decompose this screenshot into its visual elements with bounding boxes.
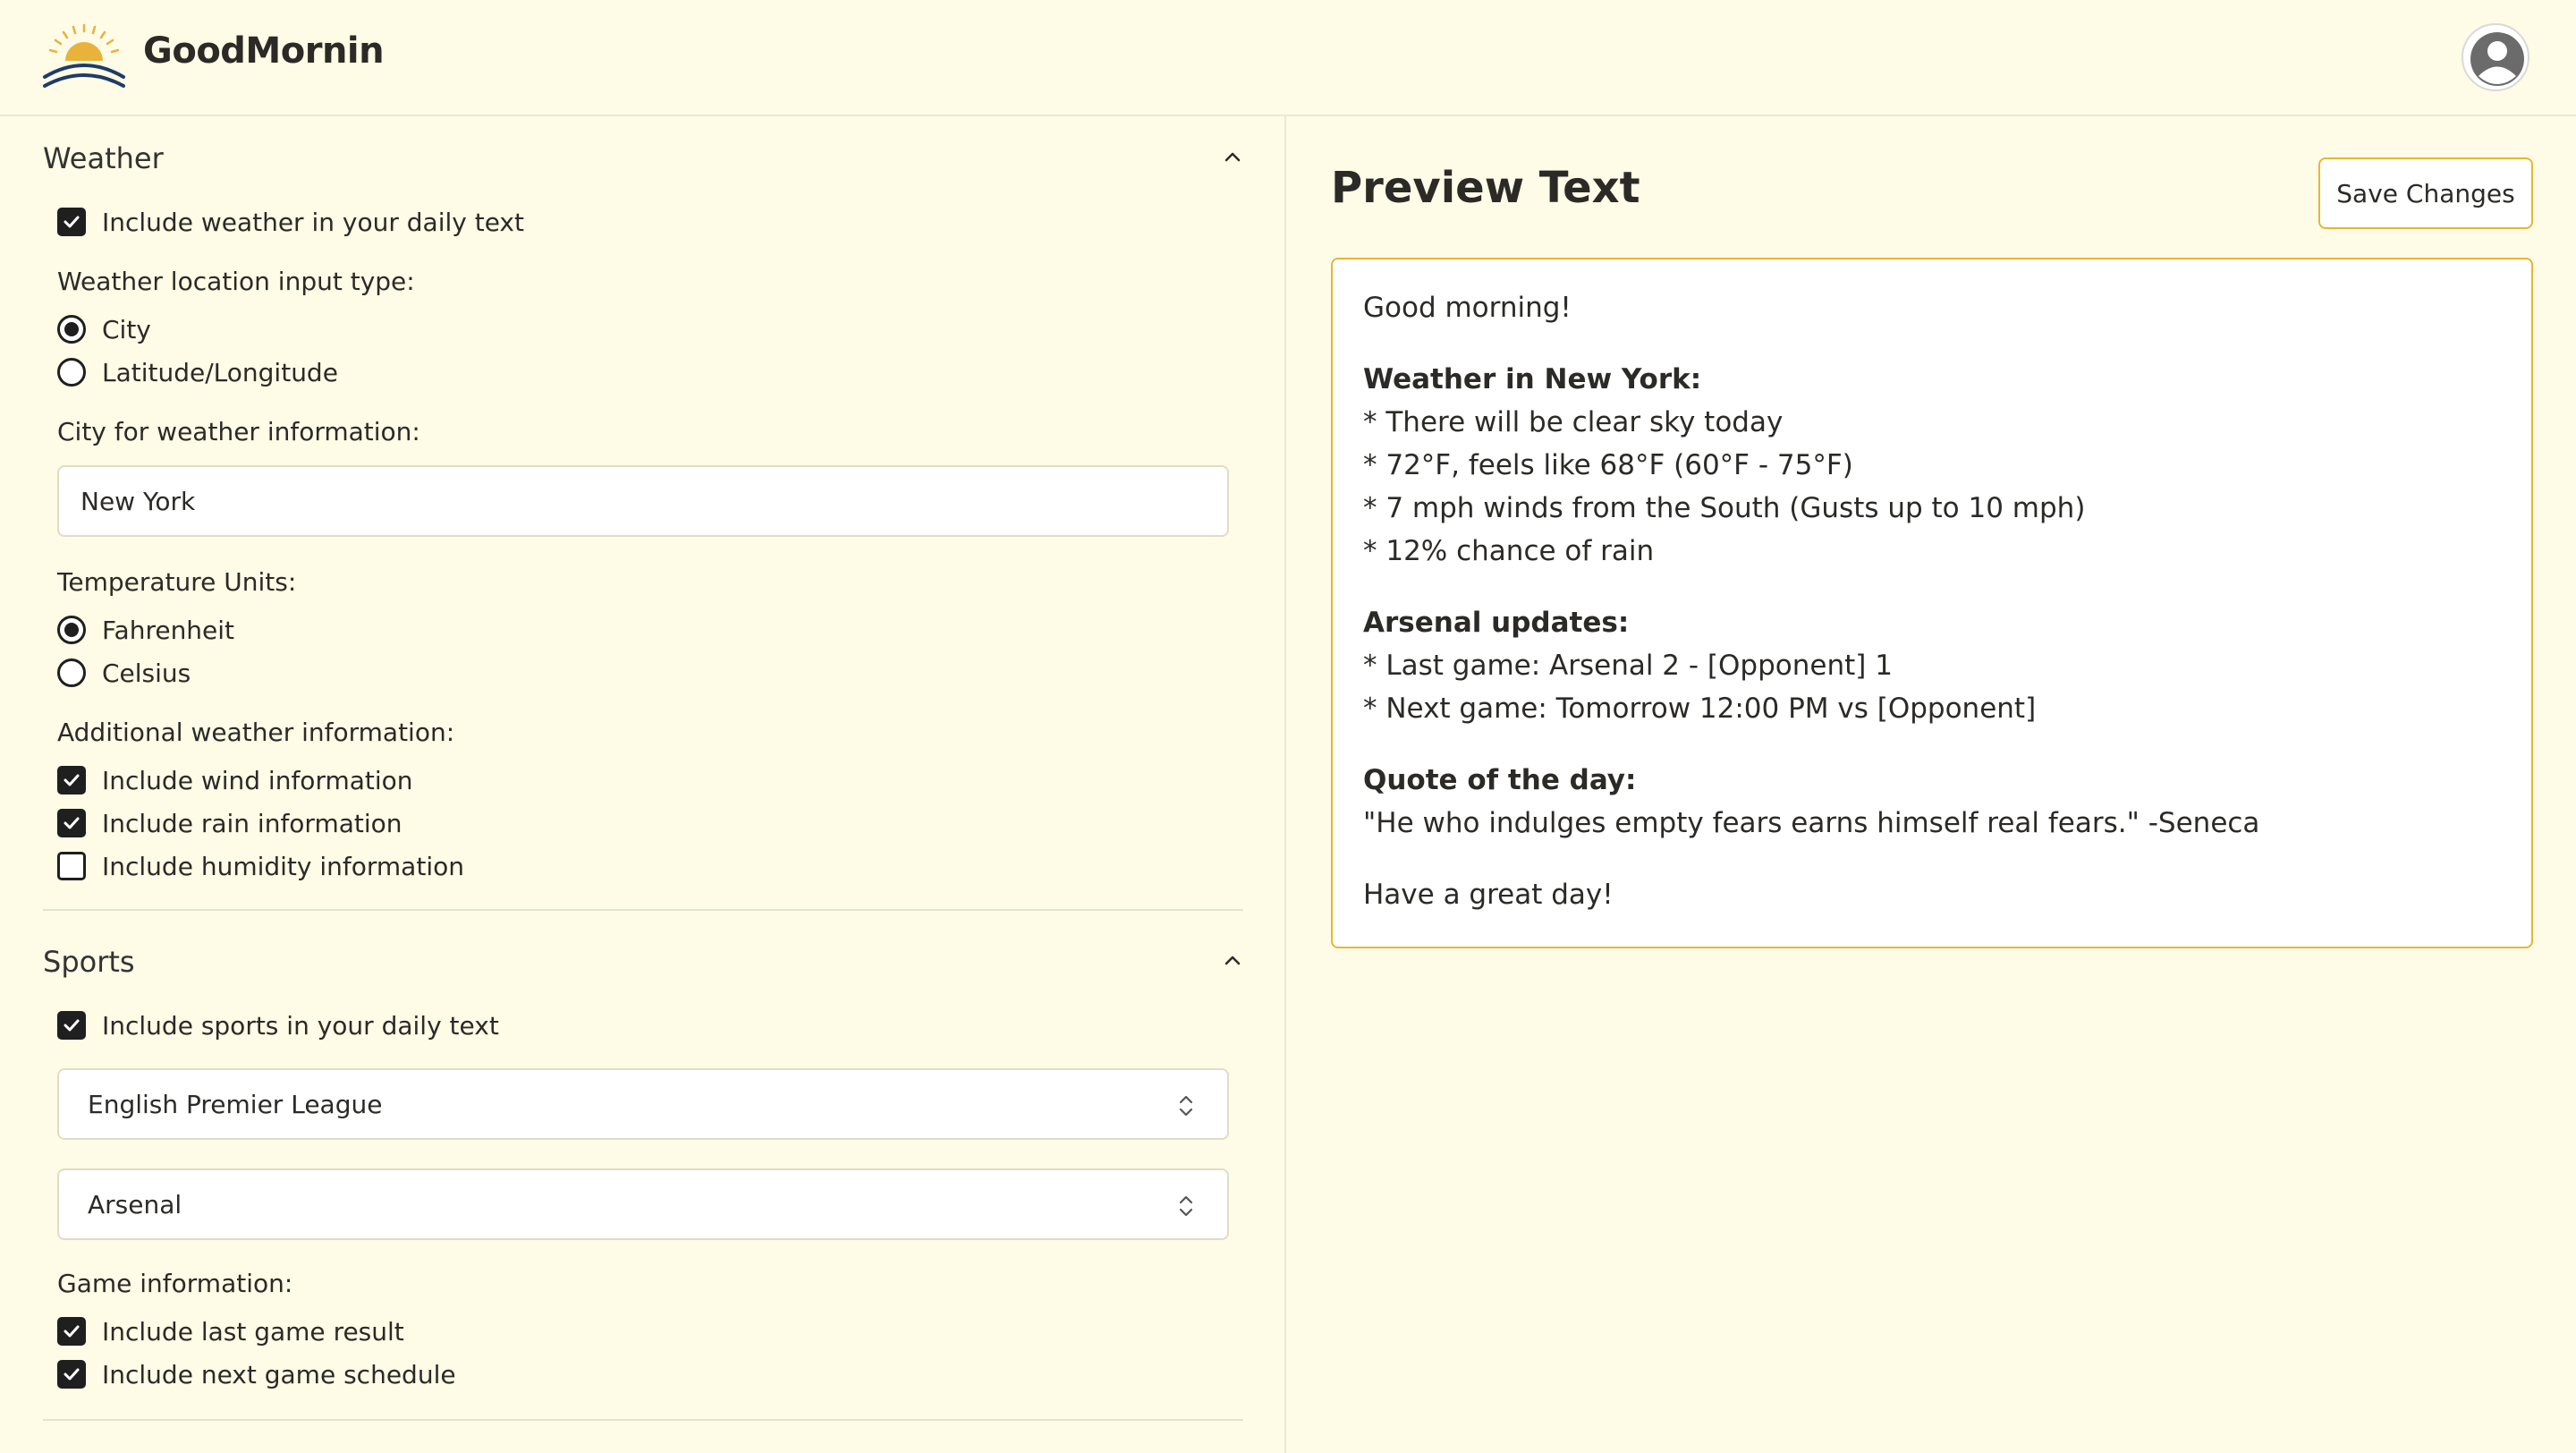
section-divider	[43, 909, 1243, 911]
section-divider	[43, 1419, 1243, 1421]
city-field-label: City for weather information:	[57, 417, 420, 446]
include-weather-option[interactable]: Include weather in your daily text	[57, 204, 524, 240]
rain-info-label: Include rain information	[102, 808, 402, 838]
preview-quote: "He who indulges empty fears earns himse…	[1363, 807, 2260, 839]
humidity-info-option[interactable]: Include humidity information	[57, 848, 464, 884]
celsius-radio[interactable]	[57, 659, 86, 687]
game-info-label: Game information:	[57, 1269, 293, 1298]
preview-text-box: Good morning! Weather in New York: * The…	[1331, 258, 2533, 948]
weather-section-header[interactable]: Weather	[43, 131, 1243, 184]
league-select[interactable]: English Premier League	[57, 1068, 1229, 1140]
preview-weather-line: * There will be clear sky today	[1363, 406, 1784, 438]
units-celsius-option[interactable]: Celsius	[57, 655, 191, 691]
wind-info-label: Include wind information	[102, 765, 413, 795]
preview-closing: Have a great day!	[1363, 879, 1614, 911]
location-type-label: Weather location input type:	[57, 267, 415, 296]
wind-info-checkbox[interactable]	[57, 766, 86, 794]
sunrise-logo-icon	[43, 23, 125, 88]
preview-greeting: Good morning!	[1363, 292, 1572, 324]
fahrenheit-radio-label: Fahrenheit	[102, 615, 235, 645]
preview-quote-heading: Quote of the day:	[1363, 764, 1637, 796]
preview-sports-heading: Arsenal updates:	[1363, 607, 1630, 639]
preview-weather-line: * 7 mph winds from the South (Gusts up t…	[1363, 492, 2086, 524]
section-title: Sports	[43, 945, 135, 979]
team-select[interactable]: Arsenal	[57, 1168, 1229, 1240]
sports-section-header[interactable]: Sports	[43, 934, 1243, 988]
city-input[interactable]	[57, 465, 1229, 537]
app-title: GoodMornin	[143, 30, 385, 72]
next-game-label: Include next game schedule	[102, 1359, 456, 1389]
units-label: Temperature Units:	[57, 567, 297, 597]
up-down-chevron-icon	[1179, 1195, 1193, 1217]
latlon-radio[interactable]	[57, 358, 86, 387]
include-sports-label: Include sports in your daily text	[102, 1010, 499, 1041]
location-type-city-option[interactable]: City	[57, 311, 151, 347]
preview-sports-line: * Last game: Arsenal 2 - [Opponent] 1	[1363, 650, 1893, 682]
wind-info-option[interactable]: Include wind information	[57, 762, 413, 798]
league-select-value: English Premier League	[88, 1090, 383, 1119]
include-weather-checkbox[interactable]	[57, 208, 86, 236]
city-radio-label: City	[102, 314, 151, 344]
section-title: Weather	[43, 141, 164, 175]
additional-info-label: Additional weather information:	[57, 718, 455, 747]
preview-weather-line: * 72°F, feels like 68°F (60°F - 75°F)	[1363, 449, 1853, 481]
latlon-radio-label: Latitude/Longitude	[102, 357, 338, 387]
user-avatar-icon[interactable]	[2462, 23, 2529, 91]
last-game-checkbox[interactable]	[57, 1317, 86, 1346]
celsius-radio-label: Celsius	[102, 658, 191, 688]
next-game-option[interactable]: Include next game schedule	[57, 1356, 456, 1392]
humidity-info-label: Include humidity information	[102, 851, 464, 881]
city-radio[interactable]	[57, 315, 86, 344]
location-type-latlon-option[interactable]: Latitude/Longitude	[57, 354, 338, 390]
humidity-info-checkbox[interactable]	[57, 852, 86, 880]
units-fahrenheit-option[interactable]: Fahrenheit	[57, 612, 234, 648]
next-game-checkbox[interactable]	[57, 1360, 86, 1389]
team-select-value: Arsenal	[88, 1190, 182, 1219]
rain-info-checkbox[interactable]	[57, 809, 86, 837]
preview-weather-heading: Weather in New York:	[1363, 363, 1702, 395]
include-sports-option[interactable]: Include sports in your daily text	[57, 1007, 499, 1043]
fahrenheit-radio[interactable]	[57, 616, 86, 644]
rain-info-option[interactable]: Include rain information	[57, 805, 402, 841]
up-down-chevron-icon	[1179, 1095, 1193, 1117]
include-weather-label: Include weather in your daily text	[102, 207, 524, 237]
last-game-option[interactable]: Include last game result	[57, 1313, 404, 1349]
preview-sports-line: * Next game: Tomorrow 12:00 PM vs [Oppon…	[1363, 693, 2037, 725]
chevron-up-icon	[1224, 956, 1241, 965]
preview-title: Preview Text	[1331, 163, 1640, 213]
include-sports-checkbox[interactable]	[57, 1011, 86, 1040]
last-game-label: Include last game result	[102, 1316, 404, 1347]
chevron-up-icon	[1224, 152, 1241, 162]
save-changes-button[interactable]: Save Changes	[2318, 157, 2533, 229]
app-header: GoodMornin	[0, 0, 2576, 116]
preview-weather-line: * 12% chance of rain	[1363, 535, 1655, 567]
